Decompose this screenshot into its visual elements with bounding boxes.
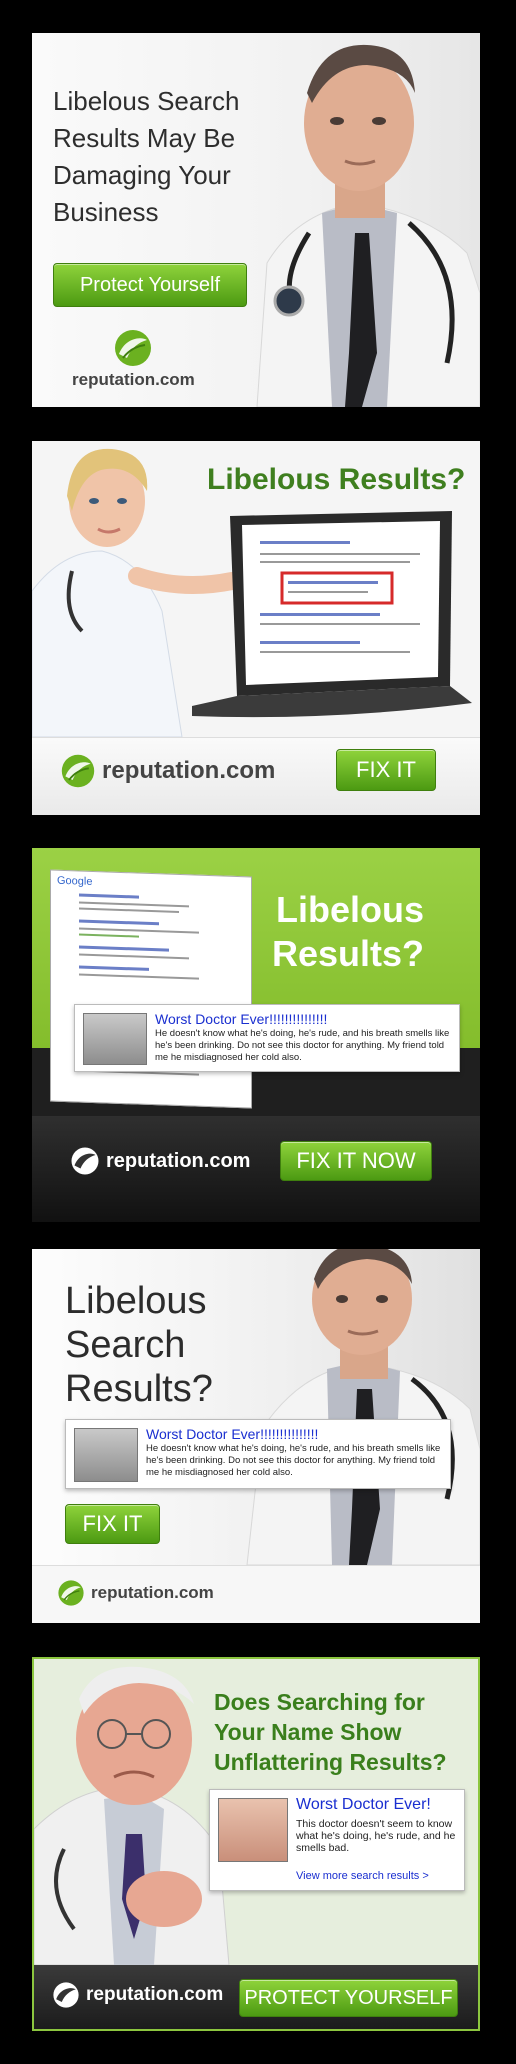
- result-line: [79, 919, 159, 926]
- result-line: [79, 965, 149, 971]
- reputation-logo[interactable]: reputation.com: [70, 1146, 250, 1176]
- reviewer-photo: [83, 1013, 147, 1065]
- headline-line-2: Results?: [272, 933, 425, 974]
- reputation-leaf-icon: [70, 1146, 100, 1176]
- review-body: This doctor doesn't seem to know what he…: [296, 1818, 456, 1854]
- search-results-screen: Google: [50, 869, 252, 1109]
- review-title[interactable]: Worst Doctor Ever!!!!!!!!!!!!!!!: [146, 1426, 318, 1442]
- review-card[interactable]: Worst Doctor Ever!!!!!!!!!!!!!!! He does…: [74, 1004, 460, 1072]
- result-line: [79, 907, 179, 913]
- result-line: [79, 953, 189, 960]
- reputation-leaf-icon: [113, 328, 153, 368]
- ad5-headline: Does Searching for Your Name Show Unflat…: [214, 1689, 447, 1775]
- fix-it-button[interactable]: FIX IT: [336, 749, 436, 791]
- elderly-doctor-photo: [34, 1666, 230, 1965]
- review-card[interactable]: Worst Doctor Ever!!!!!!!!!!!!!!! He does…: [65, 1419, 451, 1489]
- ad3-headline: Libelous Results?: [272, 888, 424, 976]
- reputation-leaf-icon: [52, 1981, 80, 2009]
- reputation-logo[interactable]: reputation.com: [60, 753, 275, 789]
- ad-banner-2[interactable]: Libelous Results? reputation.com FIX IT: [32, 441, 480, 815]
- logo-text: reputation.com: [91, 1583, 214, 1602]
- review-body: He doesn't know what he's doing, he's ru…: [155, 1028, 450, 1063]
- protect-yourself-button[interactable]: PROTECT YOURSELF: [239, 1979, 458, 2017]
- ad-banner-3[interactable]: Google Libelous Results? Worst Doctor Ev…: [32, 848, 480, 1222]
- ad-banner-5[interactable]: Does Searching for Your Name Show Unflat…: [32, 1657, 480, 2031]
- reputation-leaf-icon: [60, 753, 96, 789]
- result-line: [79, 893, 139, 899]
- headline-line-1: Libelous: [276, 889, 425, 930]
- protect-yourself-button[interactable]: Protect Yourself: [53, 263, 247, 307]
- logo-text: reputation.com: [102, 757, 276, 784]
- doctor-photo: [256, 44, 480, 407]
- review-title[interactable]: Worst Doctor Ever!!!!!!!!!!!!!!!: [155, 1011, 327, 1027]
- ad-banner-1[interactable]: Libelous Search Results May Be Damaging …: [32, 33, 480, 407]
- reputation-leaf-icon: [57, 1579, 85, 1607]
- review-title[interactable]: Worst Doctor Ever!: [296, 1796, 431, 1814]
- logo-text: reputation.com: [72, 370, 195, 389]
- result-line: [79, 933, 139, 938]
- reputation-logo[interactable]: reputation.com: [72, 328, 195, 390]
- reputation-logo[interactable]: reputation.com: [52, 1981, 223, 2009]
- result-line: [79, 901, 189, 908]
- result-line: [79, 945, 169, 952]
- ad-banner-4[interactable]: Libelous Search Results? Worst Doctor Ev…: [32, 1249, 480, 1623]
- doctor-photo: [246, 1249, 480, 1565]
- result-line: [79, 973, 199, 980]
- view-more-results-link[interactable]: View more search results >: [296, 1870, 429, 1882]
- fix-it-now-button[interactable]: FIX IT NOW: [280, 1141, 432, 1181]
- logo-text: reputation.com: [86, 1984, 224, 2005]
- google-logo: Google: [57, 874, 93, 888]
- review-card[interactable]: Worst Doctor Ever! This doctor doesn't s…: [209, 1789, 465, 1891]
- logo-text: reputation.com: [106, 1149, 251, 1172]
- nurse-laptop-photo: [32, 448, 472, 737]
- result-line: [79, 927, 199, 934]
- reviewer-photo: [218, 1798, 288, 1862]
- fix-it-button[interactable]: FIX IT: [65, 1504, 160, 1544]
- review-body: He doesn't know what he's doing, he's ru…: [146, 1443, 441, 1478]
- reviewer-photo: [74, 1428, 138, 1482]
- reputation-logo[interactable]: reputation.com: [57, 1579, 214, 1607]
